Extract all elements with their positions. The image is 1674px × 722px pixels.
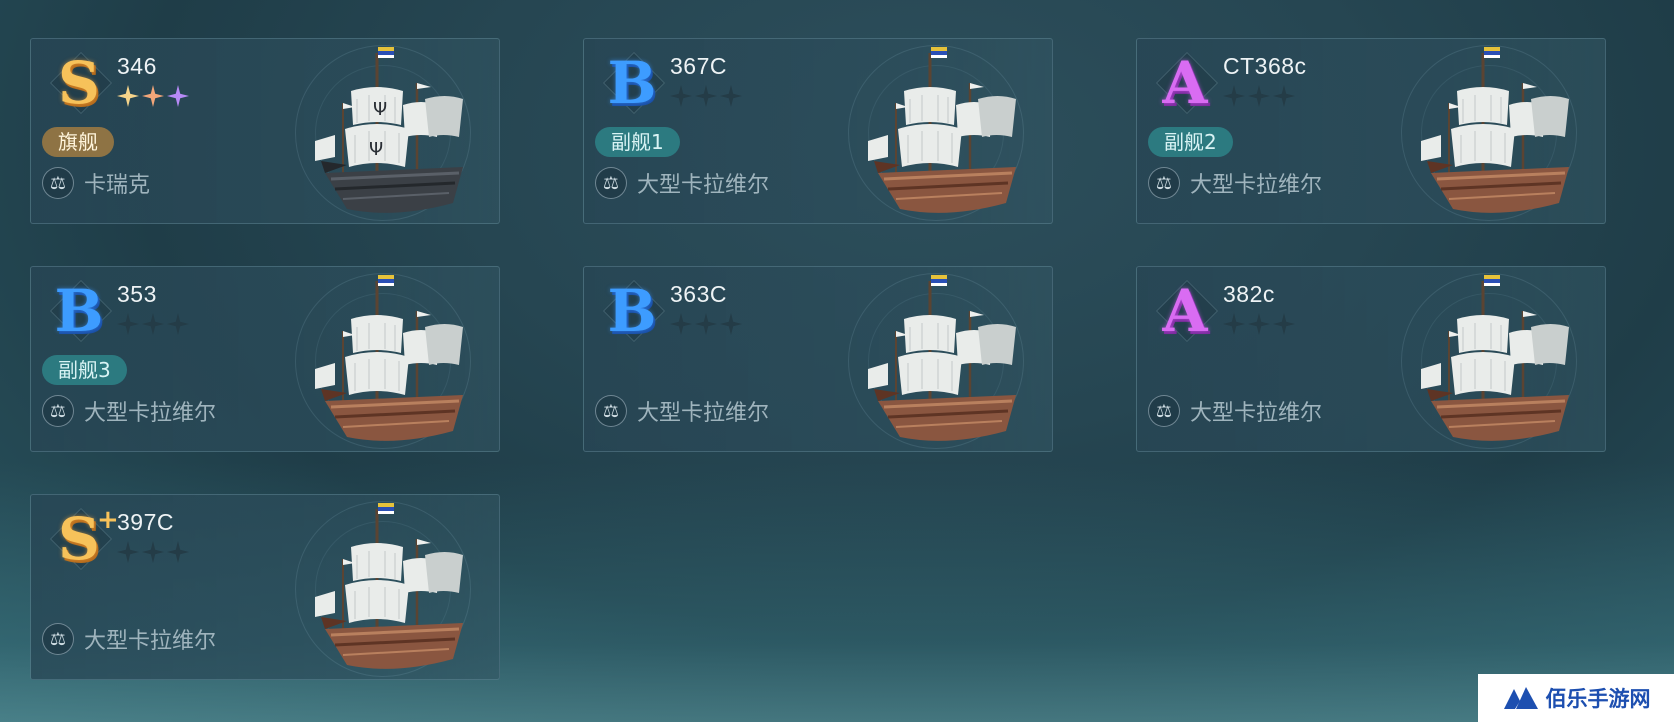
ship-type-row: ⚖ 卡瑞克 <box>42 167 150 199</box>
grade-letter: B <box>607 277 657 345</box>
fleet-role-badge: 副舰2 <box>1148 127 1233 157</box>
ship-card[interactable]: A 382c ⚖ 大型卡拉维尔 <box>1136 266 1606 452</box>
ship-name: 346 <box>117 53 157 79</box>
svg-text:Ψ: Ψ <box>373 99 387 120</box>
star-icon <box>167 85 189 107</box>
site-watermark: 佰乐手游网 <box>1478 674 1674 722</box>
grade-badge: A <box>1149 275 1221 347</box>
ship-image <box>285 495 485 679</box>
balance-scale-icon: ⚖ <box>595 167 627 199</box>
grade-letter: A <box>1162 277 1208 345</box>
star-rating <box>1223 313 1295 335</box>
grade-plus: + <box>97 505 119 535</box>
star-icon <box>1273 313 1295 335</box>
ship-card[interactable]: B 367C 副舰1 ⚖ 大型卡拉维尔 <box>583 38 1053 224</box>
star-rating <box>670 85 742 107</box>
balance-scale-icon: ⚖ <box>1148 395 1180 427</box>
star-rating <box>1223 85 1295 107</box>
ship-image <box>1391 267 1591 451</box>
star-icon <box>142 313 164 335</box>
star-icon <box>720 313 742 335</box>
star-icon <box>1223 85 1245 107</box>
star-icon <box>1273 85 1295 107</box>
ship-type-label: 大型卡拉维尔 <box>84 401 217 426</box>
star-icon <box>167 313 189 335</box>
balance-scale-icon: ⚖ <box>595 395 627 427</box>
fleet-role-badge: 副舰3 <box>42 355 127 385</box>
ship-card[interactable]: S + 397C ⚖ 大型卡拉维尔 <box>30 494 500 680</box>
grade-badge: B <box>596 275 668 347</box>
ship-image <box>1391 39 1591 223</box>
ship-type-label: 大型卡拉维尔 <box>1190 173 1323 198</box>
ship-type-label: 大型卡拉维尔 <box>84 629 217 654</box>
balance-scale-icon: ⚖ <box>42 623 74 655</box>
ship-type-row: ⚖ 大型卡拉维尔 <box>42 623 216 655</box>
grade-badge: B <box>43 275 115 347</box>
star-icon <box>720 85 742 107</box>
star-icon <box>1248 313 1270 335</box>
ship-card[interactable]: ΨΨ S 346 旗舰 ⚖ 卡瑞克 <box>30 38 500 224</box>
watermark-text: 佰乐手游网 <box>1545 687 1651 711</box>
grade-badge: A <box>1149 47 1221 119</box>
grade-letter: B <box>607 49 657 117</box>
star-icon <box>695 313 717 335</box>
star-rating <box>117 541 189 563</box>
grade-badge: S <box>43 47 115 119</box>
ship-image <box>838 39 1038 223</box>
star-icon <box>142 85 164 107</box>
star-icon <box>1248 85 1270 107</box>
grade-badge: B <box>596 47 668 119</box>
star-icon <box>670 85 692 107</box>
balance-scale-icon: ⚖ <box>1148 167 1180 199</box>
ship-type-row: ⚖ 大型卡拉维尔 <box>1148 167 1322 199</box>
ship-name: 363C <box>670 281 727 307</box>
star-icon <box>167 541 189 563</box>
ship-type-label: 大型卡拉维尔 <box>637 401 770 426</box>
balance-scale-icon: ⚖ <box>42 395 74 427</box>
ship-type-row: ⚖ 大型卡拉维尔 <box>595 167 769 199</box>
star-icon <box>117 541 139 563</box>
grade-letter: B <box>54 277 104 345</box>
ship-name: 397C <box>117 509 174 535</box>
star-rating <box>117 313 189 335</box>
balance-scale-icon: ⚖ <box>42 167 74 199</box>
ship-image <box>838 267 1038 451</box>
ship-type-row: ⚖ 大型卡拉维尔 <box>42 395 216 427</box>
star-icon <box>670 313 692 335</box>
ship-type-row: ⚖ 大型卡拉维尔 <box>595 395 769 427</box>
ship-name: 382c <box>1223 281 1275 307</box>
ship-type-label: 卡瑞克 <box>84 173 151 198</box>
ship-image <box>285 267 485 451</box>
ship-type-label: 大型卡拉维尔 <box>637 173 770 198</box>
star-icon <box>695 85 717 107</box>
star-rating <box>670 313 742 335</box>
star-rating <box>117 85 189 107</box>
fleet-role-badge: 旗舰 <box>42 127 114 157</box>
ship-card[interactable]: A CT368c 副舰2 ⚖ 大型卡拉维尔 <box>1136 38 1606 224</box>
grade-letter: S <box>58 49 100 117</box>
star-icon <box>117 313 139 335</box>
ship-card[interactable]: B 363C ⚖ 大型卡拉维尔 <box>583 266 1053 452</box>
watermark-logo-icon <box>1503 687 1538 709</box>
fleet-role-badge: 副舰1 <box>595 127 680 157</box>
grade-letter: A <box>1162 49 1208 117</box>
star-icon <box>117 85 139 107</box>
star-icon <box>142 541 164 563</box>
ship-name: 353 <box>117 281 157 307</box>
ship-card[interactable]: B 353 副舰3 ⚖ 大型卡拉维尔 <box>30 266 500 452</box>
ship-name: 367C <box>670 53 727 79</box>
ship-name: CT368c <box>1223 53 1307 79</box>
ship-type-label: 大型卡拉维尔 <box>1190 401 1323 426</box>
star-icon <box>1223 313 1245 335</box>
svg-text:Ψ: Ψ <box>369 139 383 160</box>
ship-image: ΨΨ <box>285 39 485 223</box>
ship-type-row: ⚖ 大型卡拉维尔 <box>1148 395 1322 427</box>
